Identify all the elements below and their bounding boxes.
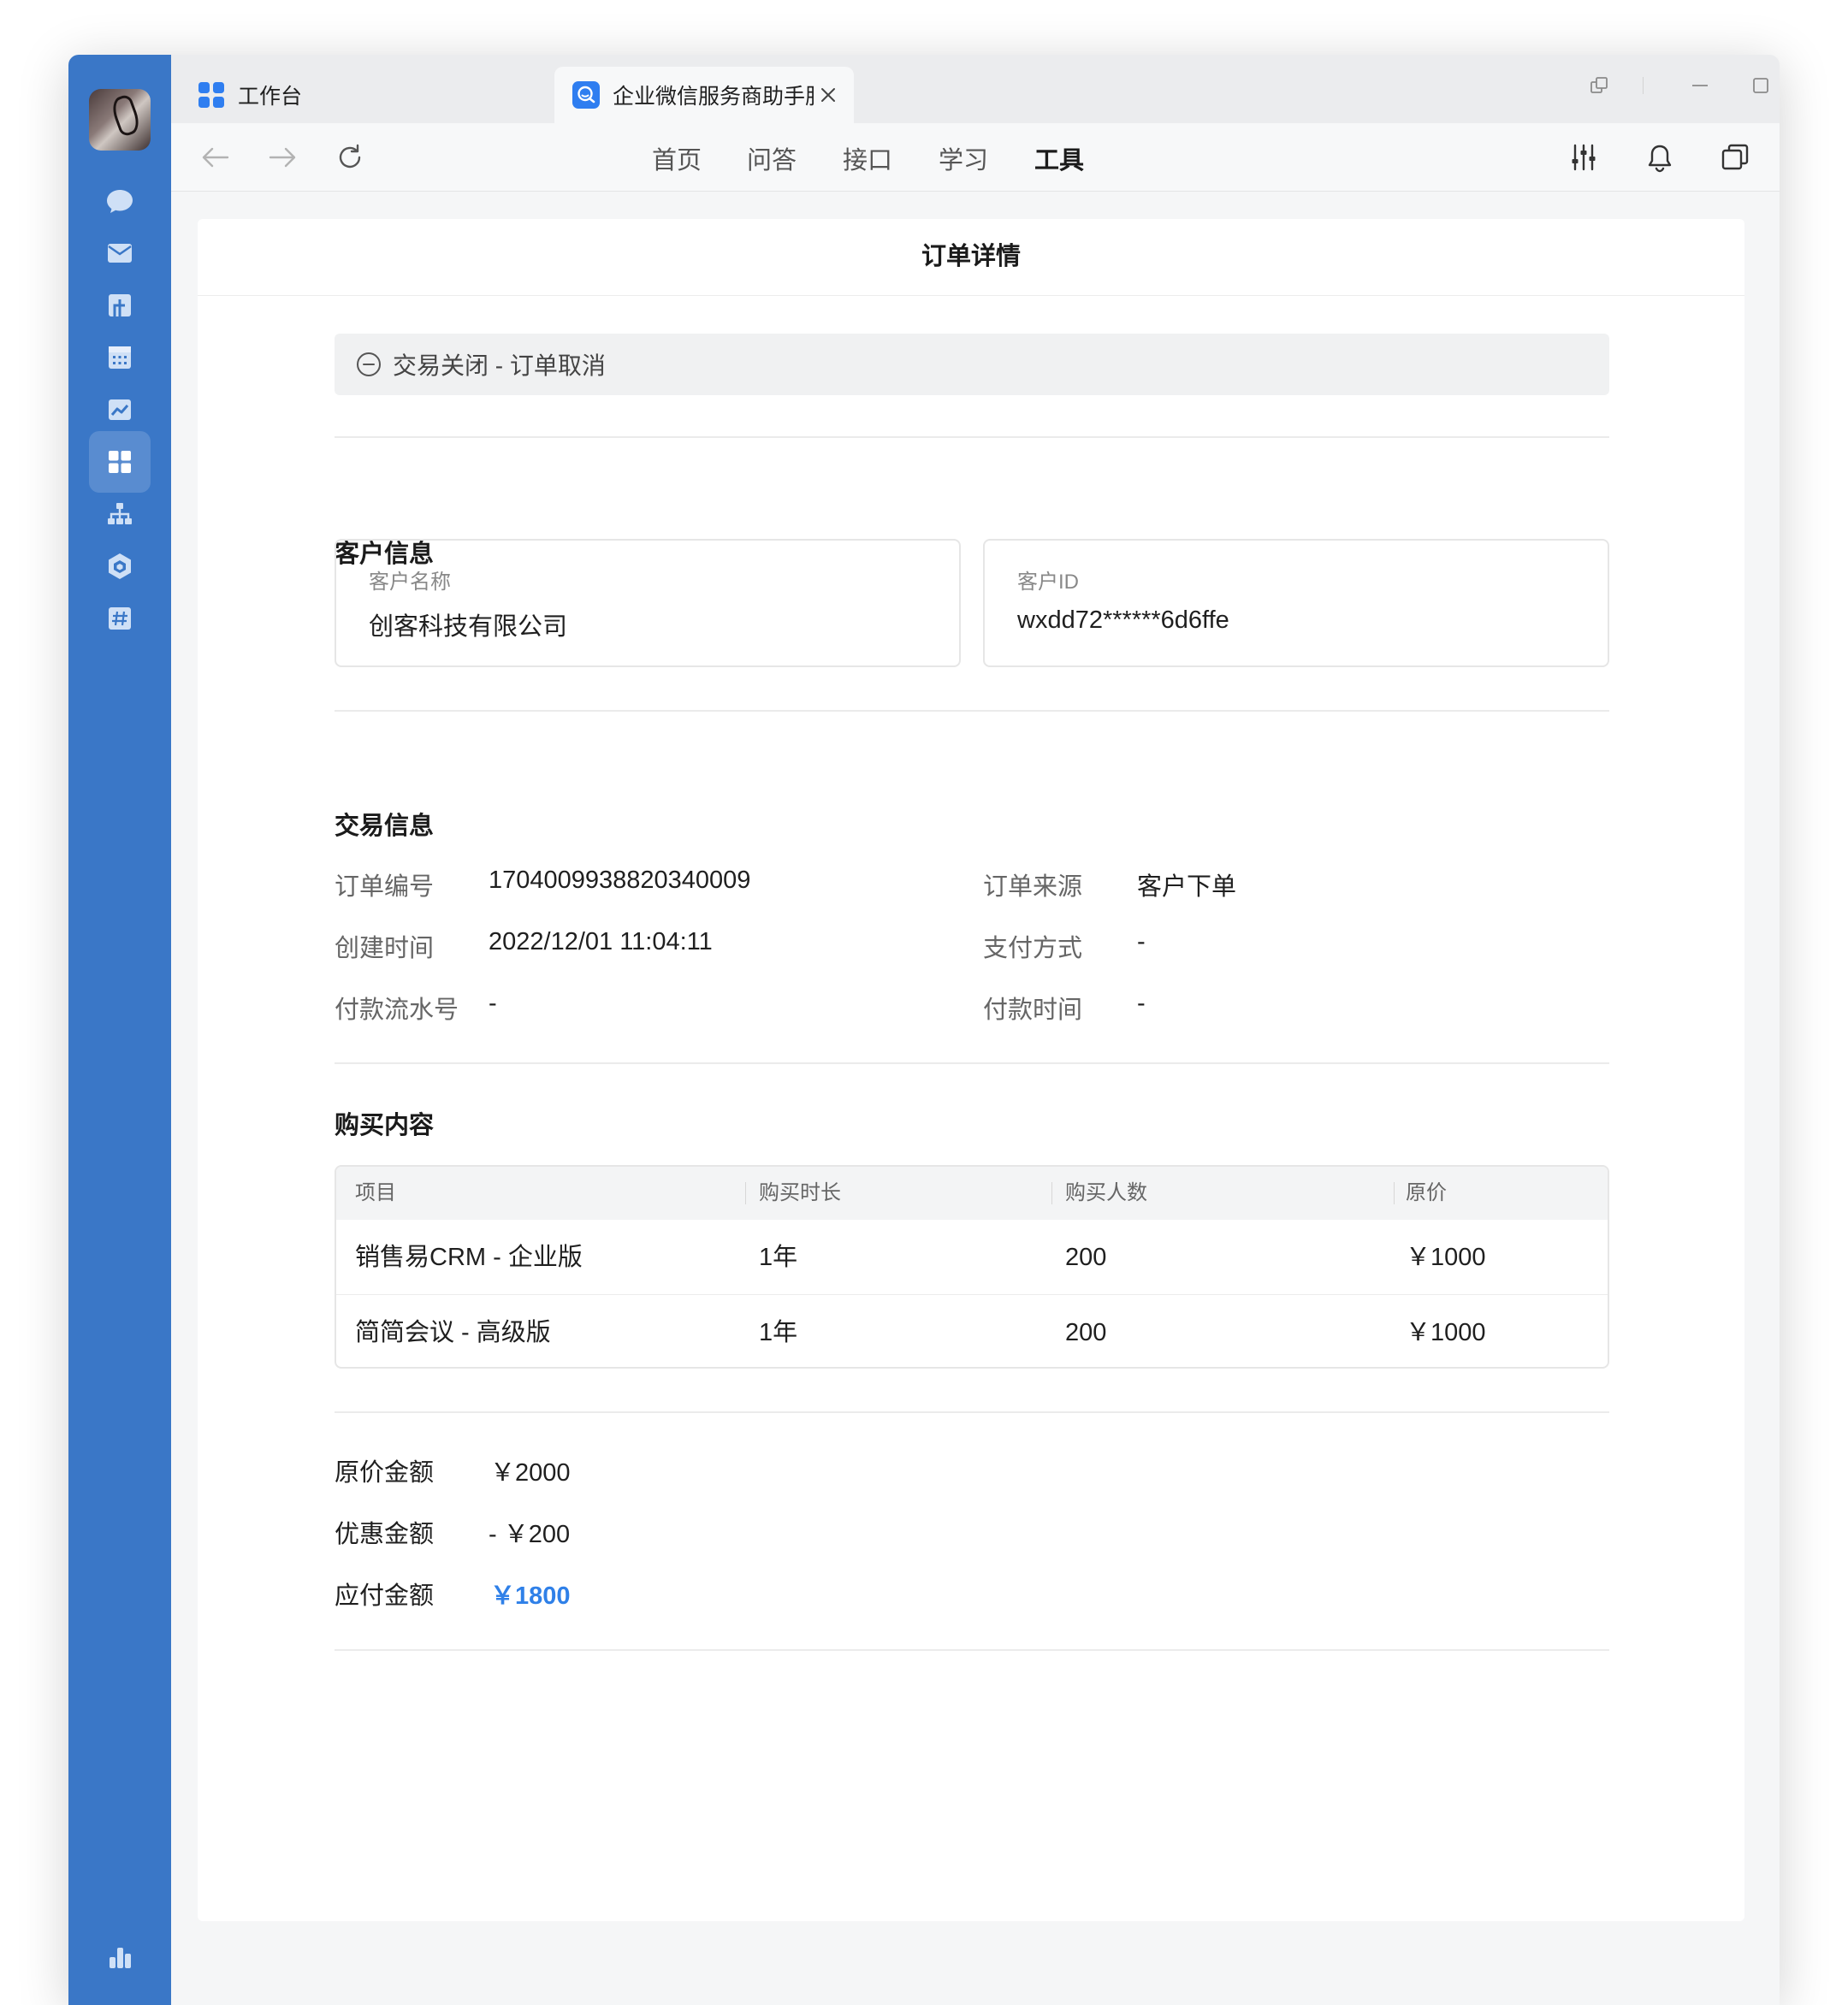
hashtag-icon[interactable] bbox=[89, 588, 151, 649]
grid-icon bbox=[198, 82, 224, 108]
field-label: 支付方式 bbox=[983, 935, 1083, 962]
column-header: 购买时长 bbox=[759, 1181, 841, 1204]
column-separator bbox=[745, 1182, 746, 1204]
field-value: - bbox=[489, 990, 497, 1017]
customer-id-label: 客户ID bbox=[1017, 571, 1079, 594]
nav-link-home[interactable]: 首页 bbox=[652, 140, 702, 176]
avatar[interactable] bbox=[89, 89, 151, 151]
close-icon[interactable] bbox=[818, 85, 838, 105]
back-icon[interactable] bbox=[197, 139, 234, 176]
settings-sliders-icon[interactable] bbox=[1565, 139, 1602, 176]
field-label: 订单编号 bbox=[335, 873, 435, 901]
nav-link-tools[interactable]: 工具 bbox=[1034, 140, 1084, 176]
stats-icon[interactable] bbox=[89, 1926, 151, 1988]
column-separator bbox=[1051, 1182, 1052, 1204]
field-value: 1704009938820340009 bbox=[489, 866, 751, 894]
field-value: 2022/12/01 11:04:11 bbox=[489, 928, 713, 955]
amount-label: 优惠金额 bbox=[335, 1521, 435, 1548]
nav-bar: 首页 问答 接口 学习 工具 bbox=[171, 123, 1780, 192]
field-value: - bbox=[1137, 990, 1146, 1017]
section-title-transaction: 交易信息 bbox=[335, 813, 435, 840]
divider bbox=[335, 710, 1609, 712]
window-controls-divider bbox=[1643, 77, 1644, 94]
column-header: 购买人数 bbox=[1065, 1181, 1147, 1204]
customer-name-value: 创客科技有限公司 bbox=[369, 613, 568, 641]
sidebar bbox=[68, 55, 171, 2005]
app-window: 工作台 企业微信服务商助手服 首页 问答 接口 学习 工具 订单详情 交易关闭 … bbox=[68, 55, 1780, 2005]
column-header: 项目 bbox=[355, 1181, 396, 1204]
page-title: 订单详情 bbox=[198, 219, 1744, 296]
minus-circle-icon bbox=[357, 352, 381, 376]
amount-label: 应付金额 bbox=[335, 1582, 435, 1610]
table-cell: 1年 bbox=[759, 1319, 798, 1346]
field-label: 创建时间 bbox=[335, 935, 435, 962]
customer-name-label: 客户名称 bbox=[369, 571, 451, 594]
order-status-bar: 交易关闭 - 订单取消 bbox=[335, 334, 1609, 395]
pin-window-icon[interactable] bbox=[1582, 68, 1616, 103]
amount-value: ￥1800 bbox=[490, 1582, 571, 1610]
table-cell: 1年 bbox=[759, 1244, 798, 1271]
nav-link-qa[interactable]: 问答 bbox=[747, 140, 797, 176]
customer-id-card: 客户ID wxdd72******6d6ffe bbox=[983, 539, 1609, 667]
forward-icon[interactable] bbox=[264, 139, 301, 176]
customer-id-value: wxdd72******6d6ffe bbox=[1017, 606, 1229, 634]
amount-label: 原价金额 bbox=[335, 1459, 435, 1487]
tab-assistant[interactable]: 企业微信服务商助手服 bbox=[554, 67, 854, 123]
table-row: 销售易CRM - 企业版 1年 200 ￥1000 bbox=[336, 1220, 1608, 1295]
table-cell: 销售易CRM - 企业版 bbox=[355, 1244, 583, 1271]
assistant-icon bbox=[572, 81, 600, 109]
nav-link-api[interactable]: 接口 bbox=[843, 140, 892, 176]
field-label: 订单来源 bbox=[983, 873, 1083, 901]
maximize-icon[interactable] bbox=[1744, 68, 1778, 103]
divider bbox=[335, 1411, 1609, 1413]
tab-bar: 工作台 企业微信服务商助手服 bbox=[171, 55, 1780, 123]
purchase-table: 项目 购买时长 购买人数 原价 销售易CRM - 企业版 1年 200 ￥100… bbox=[335, 1165, 1609, 1369]
table-cell: 200 bbox=[1065, 1244, 1107, 1271]
field-label: 付款时间 bbox=[983, 997, 1083, 1024]
order-detail-panel: 订单详情 交易关闭 - 订单取消 客户信息 客户名称 创客科技有限公司 客户ID… bbox=[198, 219, 1744, 1921]
table-cell: ￥1000 bbox=[1406, 1244, 1486, 1271]
divider bbox=[335, 436, 1609, 438]
customer-name-card: 客户名称 创客科技有限公司 bbox=[335, 539, 961, 667]
window-copy-icon[interactable] bbox=[1716, 139, 1754, 176]
table-header: 项目 购买时长 购买人数 原价 bbox=[336, 1167, 1608, 1220]
table-cell: ￥1000 bbox=[1406, 1319, 1486, 1346]
field-value: - bbox=[1137, 928, 1146, 955]
table-cell: 简简会议 - 高级版 bbox=[355, 1319, 551, 1346]
amount-value: ￥2000 bbox=[490, 1459, 571, 1487]
bell-icon[interactable] bbox=[1641, 139, 1679, 176]
section-title-purchase: 购买内容 bbox=[335, 1112, 435, 1139]
refresh-icon[interactable] bbox=[331, 139, 369, 176]
order-status-text: 交易关闭 - 订单取消 bbox=[393, 352, 606, 379]
divider bbox=[335, 1649, 1609, 1651]
column-separator bbox=[1394, 1182, 1395, 1204]
tab-label: 企业微信服务商助手服 bbox=[613, 85, 814, 109]
table-cell: 200 bbox=[1065, 1319, 1107, 1346]
field-value: 客户下单 bbox=[1137, 873, 1237, 901]
tab-label: 工作台 bbox=[238, 85, 303, 109]
nav-link-learn[interactable]: 学习 bbox=[939, 140, 988, 176]
minimize-icon[interactable] bbox=[1683, 68, 1717, 103]
amount-value: - ￥200 bbox=[489, 1521, 571, 1548]
divider bbox=[335, 1062, 1609, 1064]
tab-workbench[interactable]: 工作台 bbox=[197, 67, 302, 123]
table-row: 简简会议 - 高级版 1年 200 ￥1000 bbox=[336, 1295, 1608, 1367]
field-label: 付款流水号 bbox=[335, 997, 459, 1024]
column-header: 原价 bbox=[1406, 1181, 1447, 1204]
